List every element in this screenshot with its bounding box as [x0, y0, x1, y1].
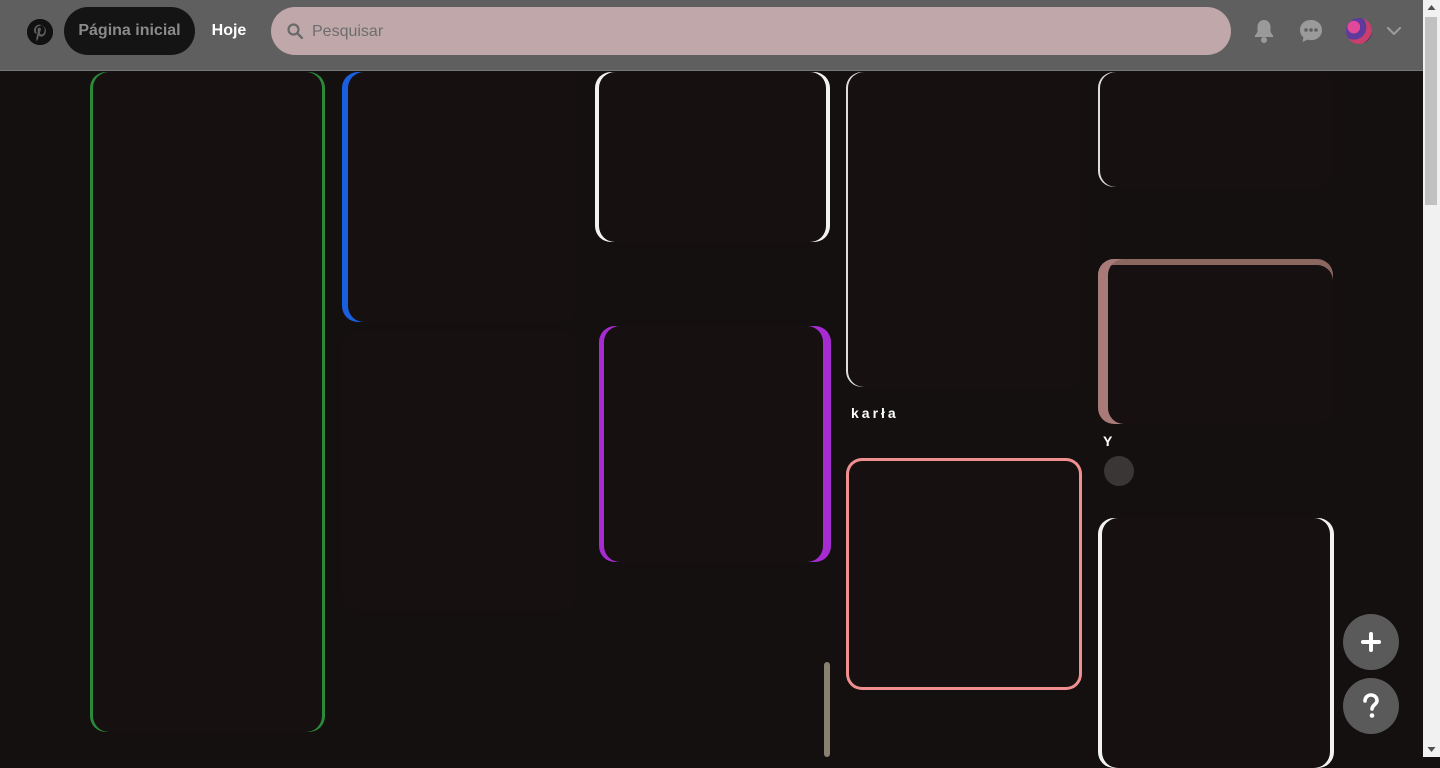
- scrollbar-thumb[interactable]: [1425, 17, 1437, 205]
- pin-card-col5-middle[interactable]: [1098, 259, 1333, 424]
- pin-title-karla[interactable]: karła: [851, 405, 899, 421]
- pin-card-col4-partial[interactable]: [824, 662, 830, 757]
- pin-title-partial[interactable]: Y: [1103, 433, 1115, 449]
- page-scrollbar[interactable]: [1423, 0, 1440, 757]
- question-mark-icon: [1363, 693, 1379, 718]
- nav-today-button[interactable]: Hoje: [197, 7, 261, 55]
- search-bar[interactable]: [271, 7, 1231, 57]
- pin-card-col4-bottom[interactable]: [846, 458, 1082, 690]
- scroll-down-arrow-icon[interactable]: [1423, 740, 1440, 757]
- plus-icon: [1361, 632, 1381, 652]
- pin-card-col3-middle[interactable]: [599, 326, 831, 562]
- pin-card-col5-bottom[interactable]: [1098, 518, 1334, 768]
- pin-card-col5-top[interactable]: [1098, 72, 1333, 187]
- nav-today-label: Hoje: [211, 22, 247, 39]
- pin-card-col2-top[interactable]: [342, 72, 577, 322]
- scroll-up-arrow-icon[interactable]: [1423, 0, 1440, 17]
- search-input[interactable]: [310, 7, 1194, 57]
- messages-icon[interactable]: [1297, 17, 1325, 45]
- pin-card-col1-top[interactable]: [90, 72, 325, 732]
- search-icon: [287, 23, 303, 39]
- chevron-down-icon[interactable]: [1386, 24, 1402, 38]
- nav-home-label: Página inicial: [78, 22, 181, 39]
- notifications-bell-icon[interactable]: [1250, 17, 1278, 45]
- user-avatar[interactable]: [1346, 18, 1372, 44]
- pin-card-col3-top[interactable]: [595, 72, 830, 242]
- pin-card-col4-top[interactable]: [846, 72, 1081, 387]
- top-navigation-bar: Página inicial Hoje: [0, 0, 1423, 70]
- nav-home-button[interactable]: Página inicial: [64, 7, 195, 55]
- create-pin-button[interactable]: [1343, 614, 1399, 670]
- pin-card-col2-bottom[interactable]: [342, 330, 577, 610]
- pinterest-logo-icon[interactable]: [27, 19, 53, 45]
- help-button[interactable]: [1343, 678, 1399, 734]
- header-divider: [0, 70, 1423, 71]
- pin-creator-avatar[interactable]: [1104, 456, 1134, 486]
